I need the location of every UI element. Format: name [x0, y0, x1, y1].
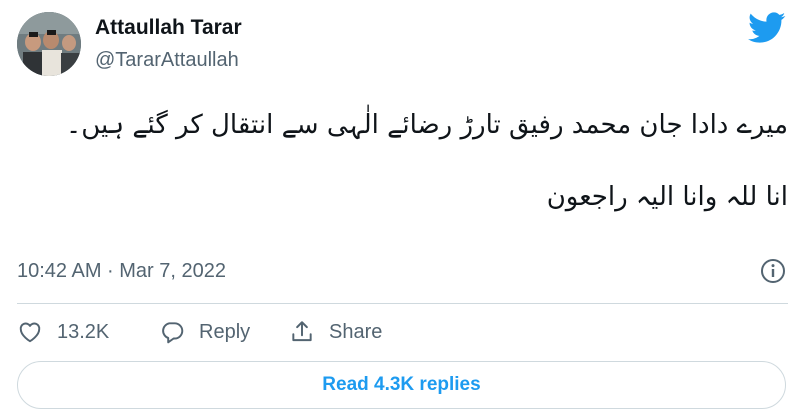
reply-label: Reply: [199, 320, 251, 343]
tweet-timestamp[interactable]: 10:42 AM · Mar 7, 2022: [17, 260, 226, 283]
like-button[interactable]: 13.2K: [17, 314, 109, 350]
divider: [17, 303, 788, 304]
twitter-bird-icon[interactable]: [748, 12, 786, 44]
author-name[interactable]: Attaullah Tarar: [95, 16, 242, 40]
tweet-paragraph: انا للہ وانا الیہ راجعون: [546, 182, 788, 212]
author-handle[interactable]: @TararAttaullah: [95, 49, 239, 72]
read-replies-button[interactable]: Read 4.3K replies: [17, 361, 786, 409]
share-label: Share: [329, 320, 383, 343]
reply-icon: [162, 322, 184, 344]
info-icon[interactable]: [760, 258, 786, 284]
share-icon: [292, 321, 312, 342]
avatar[interactable]: [17, 12, 81, 76]
avatar-photo: [17, 12, 81, 76]
tweet-text: میرے دادا جان محمد رفیق تارڑ رضائے الٰہی…: [18, 104, 788, 218]
tweet-card: Attaullah Tarar @TararAttaullah میرے داد…: [0, 0, 800, 413]
share-button[interactable]: Share: [289, 314, 382, 350]
tweet-paragraph: میرے دادا جان محمد رفیق تارڑ رضائے الٰہی…: [65, 110, 788, 140]
heart-icon: [19, 322, 41, 343]
like-count: 13.2K: [57, 320, 110, 343]
reply-button[interactable]: Reply: [159, 314, 250, 350]
